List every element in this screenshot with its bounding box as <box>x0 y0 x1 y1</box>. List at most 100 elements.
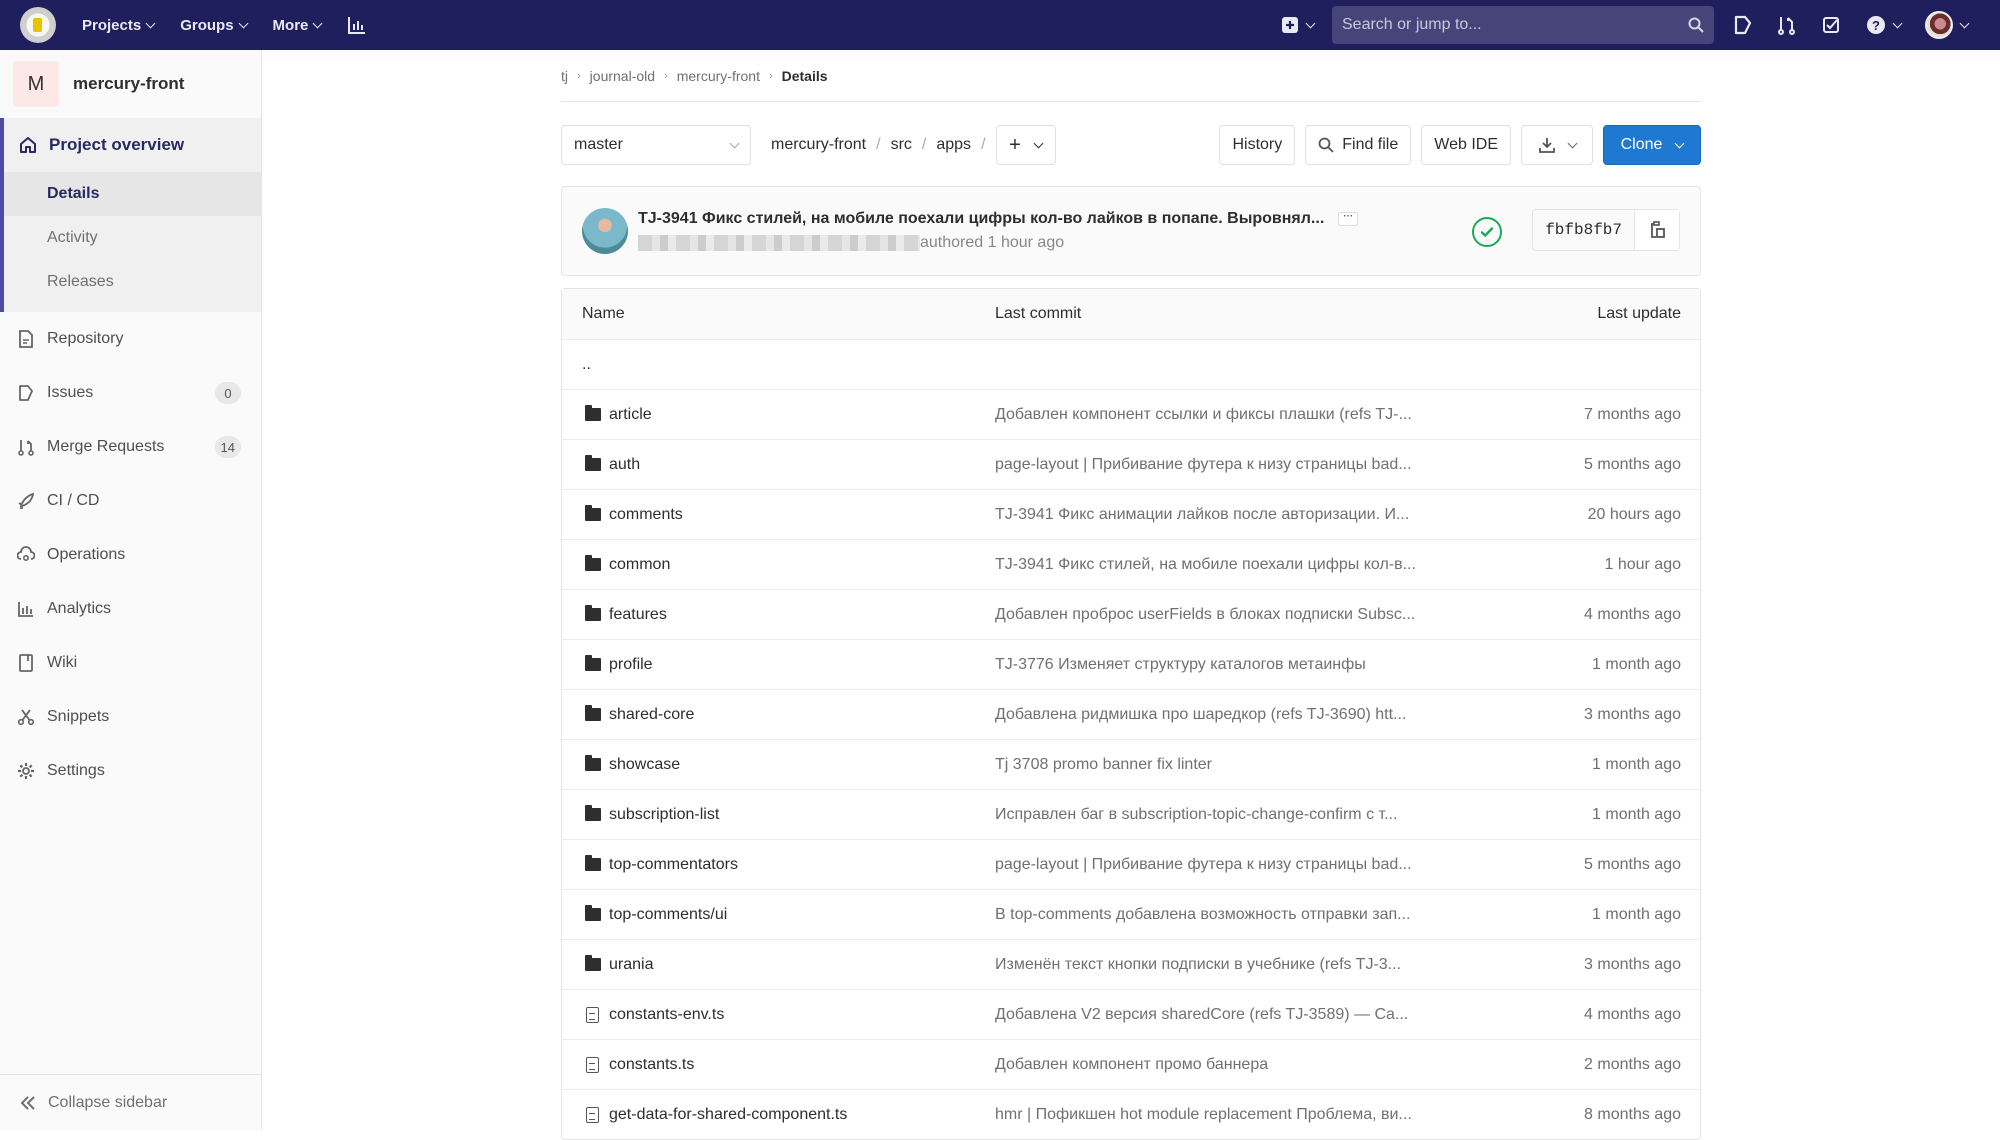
file-name-link[interactable]: features <box>609 606 667 624</box>
last-commit-message-link[interactable]: Добавлена V2 версия sharedCore (refs TJ-… <box>995 1006 1510 1024</box>
sidebar-item-ci-cd[interactable]: CI / CD <box>0 474 261 528</box>
search-input[interactable] <box>1342 16 1688 34</box>
sidebar-subitem-details[interactable]: Details <box>4 172 261 216</box>
last-commit-message-link[interactable]: Добавлена ридмишка про шаредкор (refs TJ… <box>995 706 1510 724</box>
scissors-icon <box>16 708 36 726</box>
file-name-link[interactable]: auth <box>609 456 640 474</box>
file-name-link[interactable]: article <box>609 406 652 424</box>
file-name-link[interactable]: top-comments/ui <box>609 906 727 924</box>
breadcrumb-item[interactable]: journal-old <box>590 68 655 84</box>
file-name-link[interactable]: common <box>609 556 670 574</box>
rocket-icon <box>16 492 36 510</box>
analytics-icon[interactable] <box>347 15 367 35</box>
chevron-right-icon: › <box>768 69 773 82</box>
parent-directory-row[interactable]: .. <box>562 339 1700 389</box>
search-box[interactable] <box>1332 6 1714 44</box>
sidebar-item-wiki[interactable]: Wiki <box>0 636 261 690</box>
nav-more-dropdown[interactable]: More <box>273 17 323 34</box>
last-commit-message-link[interactable]: page-layout | Прибивание футера к низу с… <box>995 456 1510 474</box>
sidebar-item-label: Analytics <box>47 600 112 617</box>
sidebar-item-repository[interactable]: Repository <box>0 312 261 366</box>
file-name-link[interactable]: get-data-for-shared-component.ts <box>609 1106 847 1124</box>
nav-groups-dropdown[interactable]: Groups <box>180 17 248 34</box>
todos-icon[interactable] <box>1822 16 1840 34</box>
last-commit-message-link[interactable]: Tj 3708 promo banner fix linter <box>995 756 1510 774</box>
project-name: mercury-front <box>73 74 185 93</box>
history-button[interactable]: History <box>1219 125 1296 165</box>
file-name-link[interactable]: urania <box>609 956 653 974</box>
nav-projects-dropdown[interactable]: Projects <box>82 17 156 34</box>
sidebar-item-merge-requests[interactable]: Merge Requests 14 <box>0 420 261 474</box>
file-name-link[interactable]: subscription-list <box>609 806 719 824</box>
folder-icon <box>585 705 601 721</box>
expand-commit-message-button[interactable]: ··· <box>1338 212 1359 226</box>
folder-icon <box>585 655 601 671</box>
sidebar-item-project-overview[interactable]: Project overview <box>4 118 261 172</box>
find-file-label: Find file <box>1342 136 1399 153</box>
last-commit-message-link[interactable]: page-layout | Прибивание футера к низу с… <box>995 856 1510 874</box>
web-ide-button[interactable]: Web IDE <box>1421 125 1511 165</box>
sidebar-project-header[interactable]: M mercury-front <box>0 50 261 118</box>
last-update-time: 1 month ago <box>1592 655 1681 673</box>
pipeline-status-passed-icon[interactable] <box>1472 217 1502 247</box>
path-segment[interactable]: mercury-front <box>771 136 866 154</box>
last-commit-message-link[interactable]: Изменён текст кнопки подписки в учебнике… <box>995 956 1510 974</box>
sidebar-item-issues[interactable]: Issues 0 <box>0 366 261 420</box>
last-commit-message-link[interactable]: TJ-3776 Изменяет структуру каталогов мет… <box>995 656 1510 674</box>
last-commit-message-link[interactable]: Добавлен компонент ссылки и фиксы плашки… <box>995 406 1510 424</box>
file-icon <box>586 1056 599 1073</box>
user-menu-dropdown[interactable] <box>1925 11 1970 39</box>
sidebar-item-operations[interactable]: Operations <box>0 528 261 582</box>
column-header-last-commit: Last commit <box>995 305 1082 322</box>
last-commit-message-link[interactable]: TJ-3941 Фикс анимации лайков после автор… <box>995 506 1510 524</box>
last-commit-message-link[interactable]: Исправлен баг в subscription-topic-chang… <box>995 806 1510 824</box>
add-to-tree-dropdown[interactable]: + <box>995 125 1056 165</box>
find-file-button[interactable]: Find file <box>1305 125 1412 165</box>
breadcrumb-item[interactable]: tj <box>561 68 568 84</box>
last-commit-message-link[interactable]: Добавлен проброс userFields в блоках под… <box>995 606 1510 624</box>
sidebar-item-analytics[interactable]: Analytics <box>0 582 261 636</box>
top-navbar: Projects Groups More ? <box>0 0 2000 50</box>
last-commit-message-link[interactable]: Добавлен компонент промо баннера <box>995 1056 1510 1074</box>
file-name-link[interactable]: showcase <box>609 756 680 774</box>
gitlab-logo-icon[interactable] <box>20 7 56 43</box>
help-dropdown[interactable]: ? <box>1866 15 1903 35</box>
file-name-link[interactable]: shared-core <box>609 706 694 724</box>
repo-path: mercury-front / src / apps / + <box>771 125 1056 165</box>
breadcrumb-item[interactable]: mercury-front <box>677 68 760 84</box>
download-dropdown[interactable] <box>1521 125 1593 165</box>
table-row: constants.ts Добавлен компонент промо ба… <box>562 1039 1700 1089</box>
issues-icon[interactable] <box>1734 15 1752 35</box>
copy-sha-button[interactable] <box>1635 210 1679 250</box>
new-item-dropdown[interactable] <box>1281 16 1316 34</box>
breadcrumb-current[interactable]: Details <box>782 68 828 84</box>
cloud-gear-icon <box>16 546 36 564</box>
path-segment[interactable]: src <box>891 136 912 154</box>
file-name-link[interactable]: profile <box>609 656 653 674</box>
commit-sha[interactable]: fbfb8fb7 <box>1533 210 1635 250</box>
file-name-link[interactable]: constants.ts <box>609 1056 694 1074</box>
file-name-link[interactable]: comments <box>609 506 683 524</box>
last-commit-message-link[interactable]: В top-comments добавлена возможность отп… <box>995 906 1510 924</box>
sidebar-item-settings[interactable]: Settings <box>0 744 261 798</box>
folder-icon <box>585 405 601 421</box>
clone-dropdown[interactable]: Clone <box>1603 125 1701 165</box>
clone-label: Clone <box>1620 136 1663 153</box>
collapse-sidebar-button[interactable]: Collapse sidebar <box>0 1074 261 1130</box>
merge-request-icon[interactable] <box>1778 15 1796 35</box>
file-name-link[interactable]: constants-env.ts <box>609 1006 724 1024</box>
sidebar-item-snippets[interactable]: Snippets <box>0 690 261 744</box>
path-segment[interactable]: apps <box>936 136 971 154</box>
chevron-right-icon: › <box>577 69 581 82</box>
last-commit-message-link[interactable]: TJ-3941 Фикс стилей, на мобиле поехали ц… <box>995 556 1510 574</box>
plus-icon: + <box>1009 134 1021 156</box>
parent-directory-link[interactable]: .. <box>582 356 591 374</box>
commit-title[interactable]: TJ-3941 Фикс стилей, на мобиле поехали ц… <box>638 210 1324 228</box>
file-name-link[interactable]: top-commentators <box>609 856 738 874</box>
sidebar-subitem-activity[interactable]: Activity <box>4 216 261 260</box>
commit-author-avatar[interactable] <box>582 208 628 254</box>
branch-selector[interactable]: master <box>561 125 751 165</box>
sidebar-subitem-releases[interactable]: Releases <box>4 260 261 304</box>
sidebar: M mercury-front Project overview Details… <box>0 50 262 1130</box>
last-commit-message-link[interactable]: hmr | Пофикшен hot module replacement Пр… <box>995 1106 1510 1124</box>
